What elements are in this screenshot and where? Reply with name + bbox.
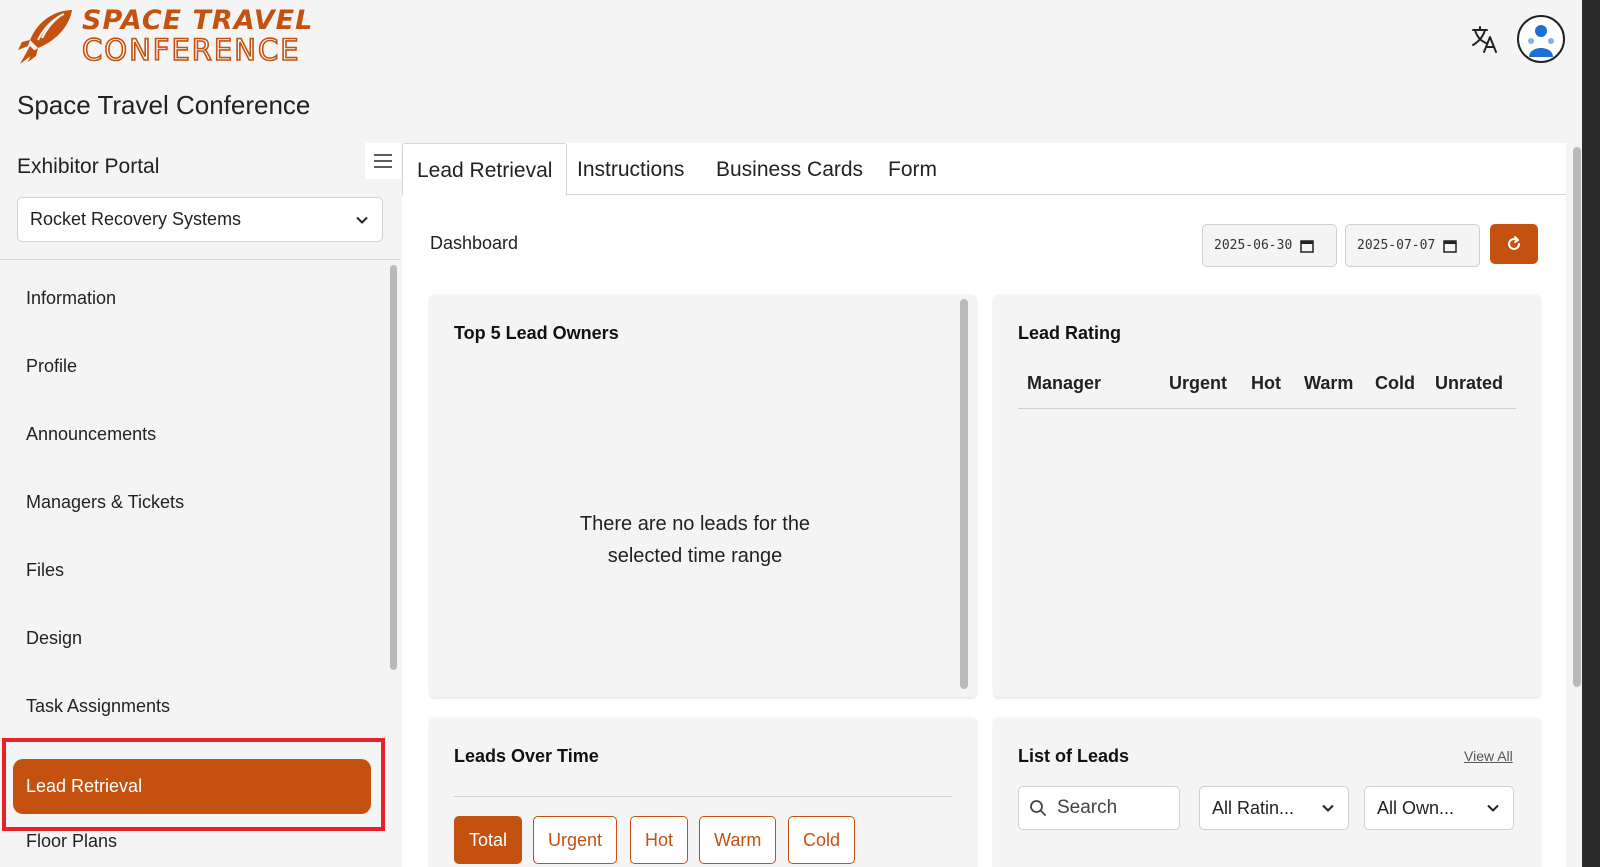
sidebar-item-profile[interactable]: Profile [26, 351, 77, 381]
company-select[interactable]: Rocket Recovery Systems [17, 197, 383, 242]
main-panel-scrollbar[interactable] [1573, 147, 1581, 687]
lead-rating-title: Lead Rating [1018, 323, 1122, 343]
filter-chip-cold[interactable]: Cold [788, 816, 856, 864]
window-scrollbar[interactable] [1582, 0, 1600, 867]
leads-over-time-card: Leads Over Time Total Urgent Hot Warm Co… [430, 718, 976, 867]
start-date-value: 2025-06-30 [1214, 238, 1293, 253]
owner-filter-select[interactable]: All Own... [1364, 786, 1514, 830]
empty-message-line1: There are no leads for the [579, 513, 811, 535]
chevron-down-icon [356, 216, 368, 224]
leads-over-time-title: Leads Over Time [454, 746, 599, 766]
view-all-link[interactable]: View All [1464, 748, 1513, 764]
column-header-hot: Hot [1251, 373, 1281, 393]
sidebar-item-managers-tickets[interactable]: Managers & Tickets [26, 487, 184, 517]
end-date-value: 2025-07-07 [1357, 238, 1436, 253]
user-avatar-icon [1528, 25, 1554, 57]
tab-business-cards[interactable]: Business Cards [716, 143, 863, 195]
logo: SPACE TRAVEL CONFERENCE [16, 6, 313, 66]
list-of-leads-card: List of Leads View All All Ratin... All … [994, 718, 1540, 867]
column-header-cold: Cold [1375, 373, 1415, 393]
refresh-icon [1508, 236, 1520, 250]
owner-filter-value: All Own... [1377, 797, 1455, 818]
chevron-down-icon [1322, 804, 1334, 812]
dashboard-label: Dashboard [430, 233, 519, 253]
tab-bar: Lead Retrieval Instructions Business Car… [402, 143, 1566, 196]
logo-title-line1: SPACE TRAVEL [82, 5, 314, 36]
card-divider [454, 796, 952, 797]
column-header-manager: Manager [1027, 373, 1102, 393]
tab-instructions[interactable]: Instructions [577, 143, 684, 195]
translate-icon[interactable] [1470, 24, 1500, 54]
list-of-leads-title: List of Leads [1018, 746, 1130, 766]
filter-chip-warm[interactable]: Warm [699, 816, 777, 864]
lead-search-field[interactable] [1018, 786, 1180, 830]
rating-filter-value: All Ratin... [1212, 797, 1295, 818]
lead-rating-table-header: Manager Urgent Hot Warm Cold Unrated [1018, 373, 1516, 409]
calendar-icon [1443, 239, 1458, 253]
column-header-urgent: Urgent [1169, 373, 1227, 393]
app-title: Space Travel Conference [17, 90, 311, 120]
search-icon [1030, 800, 1046, 816]
empty-message-line2: selected time range [607, 545, 783, 567]
refresh-button[interactable] [1490, 224, 1538, 264]
sidebar-item-task-assignments[interactable]: Task Assignments [26, 691, 170, 721]
card-scrollbar[interactable] [960, 299, 968, 689]
end-date-input[interactable]: 2025-07-07 [1345, 224, 1480, 267]
top-lead-owners-title: Top 5 Lead Owners [454, 323, 619, 343]
chevron-down-icon [1487, 804, 1499, 812]
tab-lead-retrieval[interactable]: Lead Retrieval [402, 143, 568, 196]
top-lead-owners-card: Top 5 Lead Owners There are no leads for… [430, 295, 976, 697]
search-input[interactable] [1057, 797, 1172, 819]
sidebar-item-design[interactable]: Design [26, 623, 82, 653]
empty-leads-message: There are no leads for the selected time… [430, 508, 960, 572]
company-select-value: Rocket Recovery Systems [30, 209, 242, 229]
logo-title-line2: CONFERENCE [81, 33, 301, 67]
user-avatar[interactable] [1517, 15, 1565, 63]
sidebar-divider [0, 259, 400, 260]
filter-chip-urgent[interactable]: Urgent [533, 816, 618, 864]
highlight-annotation [2, 738, 385, 831]
filter-chip-total[interactable]: Total [454, 816, 523, 864]
lead-rating-card: Lead Rating Manager Urgent Hot Warm Cold… [994, 295, 1540, 697]
filter-chip-hot[interactable]: Hot [630, 816, 689, 864]
sidebar-scrollbar[interactable] [390, 265, 397, 670]
hamburger-icon [374, 154, 392, 168]
portal-label: Exhibitor Portal [17, 155, 160, 178]
sidebar-item-announcements[interactable]: Announcements [26, 419, 156, 449]
start-date-input[interactable]: 2025-06-30 [1202, 224, 1337, 267]
column-header-unrated: Unrated [1435, 373, 1504, 393]
sidebar-item-information[interactable]: Information [26, 283, 116, 313]
calendar-icon [1300, 239, 1315, 253]
column-header-warm: Warm [1304, 373, 1354, 393]
main-panel: Lead Retrieval Instructions Business Car… [402, 143, 1566, 867]
sidebar-item-files[interactable]: Files [26, 555, 64, 585]
menu-toggle-button[interactable] [365, 143, 401, 179]
rating-filter-select[interactable]: All Ratin... [1199, 786, 1349, 830]
tab-form[interactable]: Form [888, 143, 937, 195]
rocket-logo-icon [18, 10, 72, 64]
